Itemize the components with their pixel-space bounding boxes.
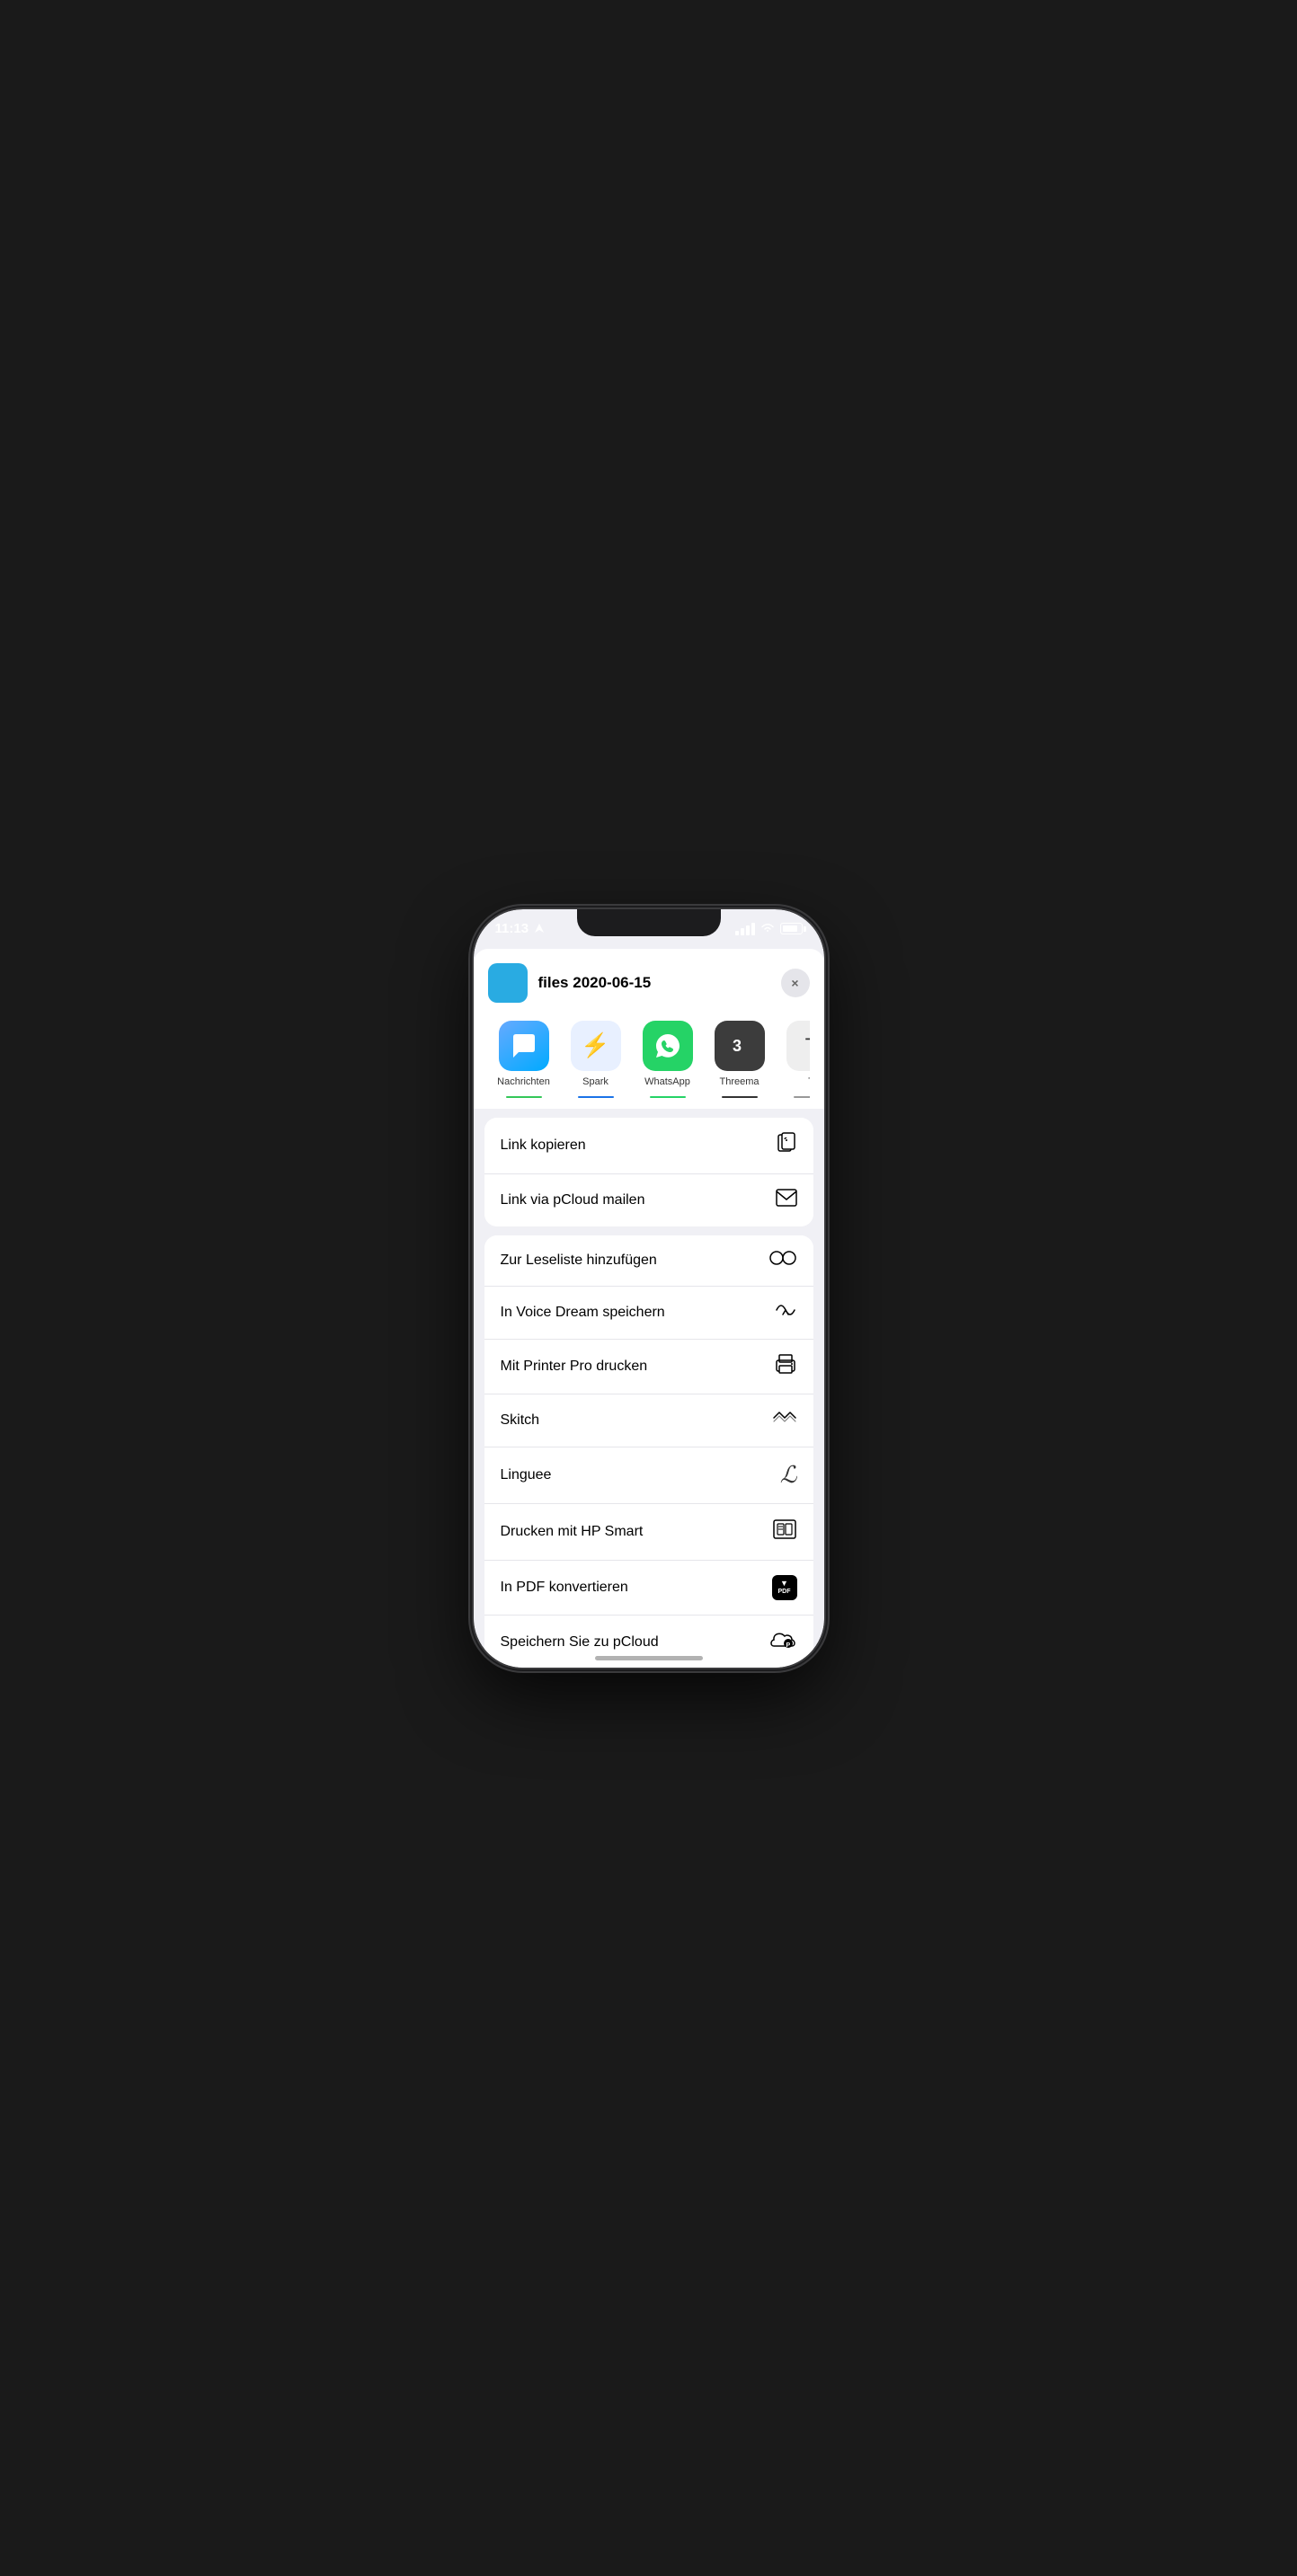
whatsapp-label: WhatsApp bbox=[644, 1076, 690, 1087]
section-gap-2 bbox=[474, 1226, 824, 1235]
content-area: files 2020-06-15 × Nachrichten bbox=[474, 949, 824, 1668]
action-voice-dream[interactable]: In Voice Dream speichern bbox=[484, 1287, 813, 1340]
spark-label: Spark bbox=[582, 1076, 609, 1087]
file-icon bbox=[488, 963, 528, 1003]
spark-underline bbox=[578, 1096, 614, 1098]
action-label-voice-dream: In Voice Dream speichern bbox=[501, 1305, 665, 1321]
reading-list-icon bbox=[768, 1250, 797, 1271]
time-display: 11:13 bbox=[495, 921, 529, 936]
app-item-whatsapp[interactable]: WhatsApp bbox=[632, 1021, 704, 1098]
action-link-kopieren[interactable]: Link kopieren bbox=[484, 1118, 813, 1174]
location-arrow-icon bbox=[535, 924, 544, 934]
phone-frame: 11:13 bbox=[474, 909, 824, 1668]
t-icon: T bbox=[786, 1021, 810, 1071]
app-item-threema[interactable]: 3 Threema bbox=[704, 1021, 776, 1098]
app-icons-row: Nachrichten ⚡ Spark bbox=[488, 1014, 810, 1109]
nachrichten-underline bbox=[506, 1096, 542, 1098]
action-pdf[interactable]: In PDF konvertieren ▼ PDF bbox=[484, 1561, 813, 1616]
action-hp-smart[interactable]: Drucken mit HP Smart bbox=[484, 1504, 813, 1561]
action-label-pcloud: Speichern Sie zu pCloud bbox=[501, 1634, 659, 1651]
action-group-2: Zur Leseliste hinzufügen In Voice Dream … bbox=[484, 1235, 813, 1668]
linguee-icon: ℒ bbox=[780, 1462, 797, 1489]
action-label-link-kopieren: Link kopieren bbox=[501, 1138, 586, 1154]
wifi-icon bbox=[760, 922, 775, 935]
spark-icon: ⚡ bbox=[571, 1021, 621, 1071]
action-leseliste[interactable]: Zur Leseliste hinzufügen bbox=[484, 1235, 813, 1287]
app-item-spark[interactable]: ⚡ Spark bbox=[560, 1021, 632, 1098]
app-item-t[interactable]: T T bbox=[776, 1021, 810, 1098]
nachrichten-icon bbox=[499, 1021, 549, 1071]
signal-icon bbox=[735, 923, 755, 935]
threema-icon: 3 bbox=[715, 1021, 765, 1071]
action-skitch[interactable]: Skitch bbox=[484, 1394, 813, 1447]
threema-underline bbox=[722, 1096, 758, 1098]
action-label-link-mailen: Link via pCloud mailen bbox=[501, 1192, 645, 1208]
mail-icon bbox=[776, 1189, 797, 1212]
file-name: files 2020-06-15 bbox=[538, 974, 652, 992]
whatsapp-icon bbox=[643, 1021, 693, 1071]
pcloud-icon: P bbox=[768, 1630, 797, 1655]
skitch-icon bbox=[772, 1409, 797, 1432]
pdf-icon: ▼ PDF bbox=[772, 1575, 797, 1600]
action-group-1: Link kopieren Link via pCloud mailen bbox=[484, 1118, 813, 1226]
t-underline bbox=[794, 1096, 810, 1098]
copy-link-icon bbox=[776, 1132, 797, 1159]
phone-screen: 11:13 bbox=[474, 909, 824, 1668]
status-icons bbox=[735, 922, 803, 935]
threema-label: Threema bbox=[719, 1076, 759, 1087]
svg-text:P: P bbox=[786, 1642, 790, 1649]
nachrichten-label: Nachrichten bbox=[497, 1076, 550, 1087]
close-button[interactable]: × bbox=[781, 969, 810, 997]
action-link-mailen[interactable]: Link via pCloud mailen bbox=[484, 1174, 813, 1226]
action-printer-pro[interactable]: Mit Printer Pro drucken bbox=[484, 1340, 813, 1394]
share-file-info: files 2020-06-15 bbox=[488, 963, 652, 1003]
action-label-printer-pro: Mit Printer Pro drucken bbox=[501, 1359, 648, 1375]
home-indicator[interactable] bbox=[595, 1656, 703, 1660]
section-gap-1 bbox=[474, 1109, 824, 1118]
action-linguee[interactable]: Linguee ℒ bbox=[484, 1447, 813, 1504]
action-label-leseliste: Zur Leseliste hinzufügen bbox=[501, 1253, 657, 1269]
app-item-nachrichten[interactable]: Nachrichten bbox=[488, 1021, 560, 1098]
battery-icon bbox=[780, 923, 803, 934]
notch bbox=[577, 909, 721, 936]
share-header: files 2020-06-15 × Nachrichten bbox=[474, 949, 824, 1109]
svg-text:3: 3 bbox=[733, 1037, 742, 1055]
status-time: 11:13 bbox=[495, 921, 545, 936]
whatsapp-underline bbox=[650, 1096, 686, 1098]
printer-icon bbox=[774, 1354, 797, 1379]
action-label-linguee: Linguee bbox=[501, 1467, 552, 1483]
hp-smart-icon bbox=[772, 1518, 797, 1545]
share-file-row: files 2020-06-15 × bbox=[488, 963, 810, 1014]
t-label: T bbox=[808, 1076, 809, 1087]
action-label-pdf: In PDF konvertieren bbox=[501, 1580, 628, 1596]
voice-dream-icon bbox=[774, 1301, 797, 1324]
scroll-container[interactable]: files 2020-06-15 × Nachrichten bbox=[474, 949, 824, 1668]
action-label-skitch: Skitch bbox=[501, 1412, 540, 1429]
action-label-hp-smart: Drucken mit HP Smart bbox=[501, 1524, 644, 1540]
